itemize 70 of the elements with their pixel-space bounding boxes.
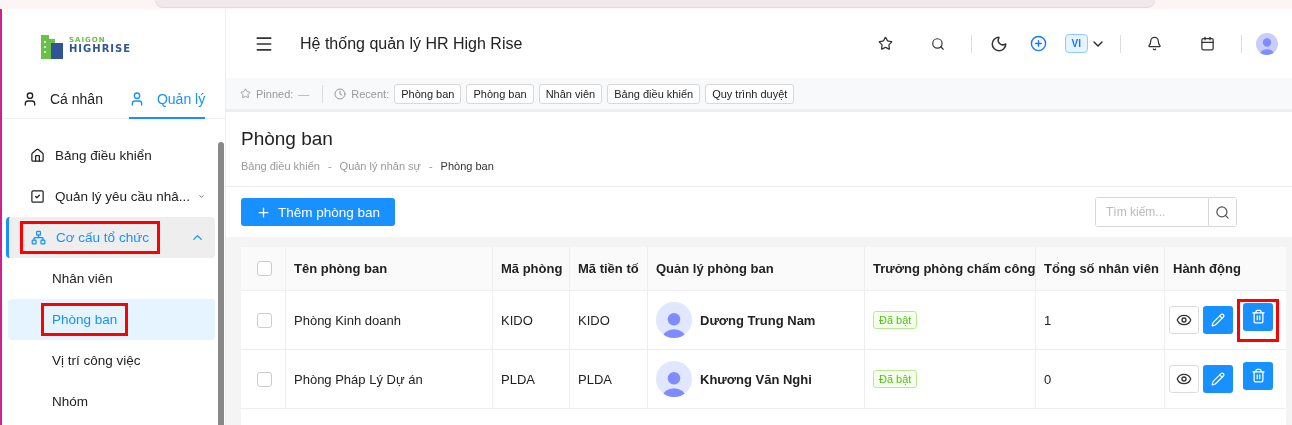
table-cell: 1	[1036, 291, 1165, 349]
table-cell: KIDO	[570, 291, 648, 349]
column-header: Mã phòng	[493, 247, 570, 290]
column-header: Trưởng phòng chấm công	[865, 247, 1036, 290]
user-icon	[22, 91, 38, 107]
view-button[interactable]	[1169, 306, 1199, 334]
table-cell: PLDA	[493, 350, 570, 408]
app-title: Hệ thống quản lý HR High Rise	[300, 34, 524, 53]
recent-chip[interactable]: Phòng ban	[466, 83, 534, 104]
column-header: Hành động	[1172, 260, 1242, 278]
language-selector[interactable]: VI	[1064, 34, 1088, 53]
breadcrumb-separator: -	[428, 160, 433, 172]
manager-name: Khương Văn Nghi	[700, 371, 812, 387]
home-icon	[30, 148, 45, 163]
submenu-item[interactable]: Nhân viên	[8, 258, 215, 299]
submenu-item[interactable]: Nhóm	[8, 381, 215, 422]
pencil-icon	[1211, 372, 1225, 386]
plus-circle-icon[interactable]	[1029, 35, 1047, 52]
row-checkbox[interactable]	[257, 312, 272, 328]
submenu-item[interactable]: Vị trí công việc	[8, 340, 215, 381]
trash-icon	[1250, 309, 1266, 324]
table-cell: PLDA	[570, 350, 648, 408]
row-checkbox[interactable]	[257, 371, 272, 387]
search-field[interactable]: Tìm kiếm...	[1095, 197, 1237, 227]
table-cell: KIDO	[493, 291, 570, 349]
page-title: Phòng ban	[241, 128, 334, 150]
eye-icon	[1176, 312, 1192, 328]
plus-icon	[256, 204, 271, 220]
search-icon	[1215, 204, 1230, 220]
column-header: Tổng số nhân viên	[1036, 247, 1165, 290]
recent-chip[interactable]: Quy trình duyệt	[705, 83, 795, 104]
recent-chip[interactable]: Nhân viên	[538, 83, 603, 104]
recent-chip[interactable]: Bảng điều khiển	[607, 83, 701, 104]
recent-label: Recent:	[351, 87, 390, 100]
trash-icon	[1250, 368, 1266, 383]
menu-item[interactable]: Bảng điều khiển	[8, 135, 215, 176]
manager-name: Dương Trung Nam	[700, 312, 816, 328]
avatar-placeholder	[656, 361, 692, 397]
breadcrumb-separator: -	[327, 160, 332, 172]
status-tag: Đã bật	[873, 311, 918, 329]
bell-icon[interactable]	[1147, 36, 1162, 51]
star-icon[interactable]	[877, 36, 893, 51]
column-header: Mã tiền tố	[570, 247, 648, 290]
pinned-empty: —	[298, 87, 310, 100]
recent-chip[interactable]: Phòng ban	[394, 83, 462, 104]
column-header: Tên phòng ban	[286, 247, 493, 290]
pinned-label: Pinned:	[256, 87, 294, 100]
clock-icon	[334, 87, 347, 100]
table-cell: Phòng Kinh doanh	[286, 291, 493, 349]
hierarchy-icon	[31, 230, 46, 245]
sidebar-tab[interactable]: Cá nhân	[22, 81, 103, 119]
menu-item[interactable]: Quản lý yêu cầu nhâ...	[8, 176, 215, 217]
search-button[interactable]	[1208, 198, 1236, 226]
table-cell: Phòng Pháp Lý Dự án	[286, 350, 493, 408]
delete-button[interactable]	[1243, 302, 1273, 331]
eye-icon	[1176, 371, 1192, 387]
select-all-checkbox[interactable]	[257, 261, 272, 276]
search-icon[interactable]	[930, 36, 945, 51]
delete-button[interactable]	[1243, 361, 1273, 390]
view-button[interactable]	[1169, 365, 1199, 393]
table-cell: 0	[1036, 350, 1165, 408]
status-tag: Đã bật	[873, 370, 918, 388]
calendar-icon[interactable]	[1200, 36, 1215, 51]
checkbox-icon	[30, 189, 45, 204]
moon-icon[interactable]	[989, 34, 1008, 53]
user-avatar[interactable]	[1256, 32, 1278, 55]
column-header: Quản lý phòng ban	[648, 247, 865, 290]
avatar-placeholder	[656, 302, 692, 338]
star-icon	[240, 88, 251, 99]
pencil-icon	[1211, 313, 1225, 327]
